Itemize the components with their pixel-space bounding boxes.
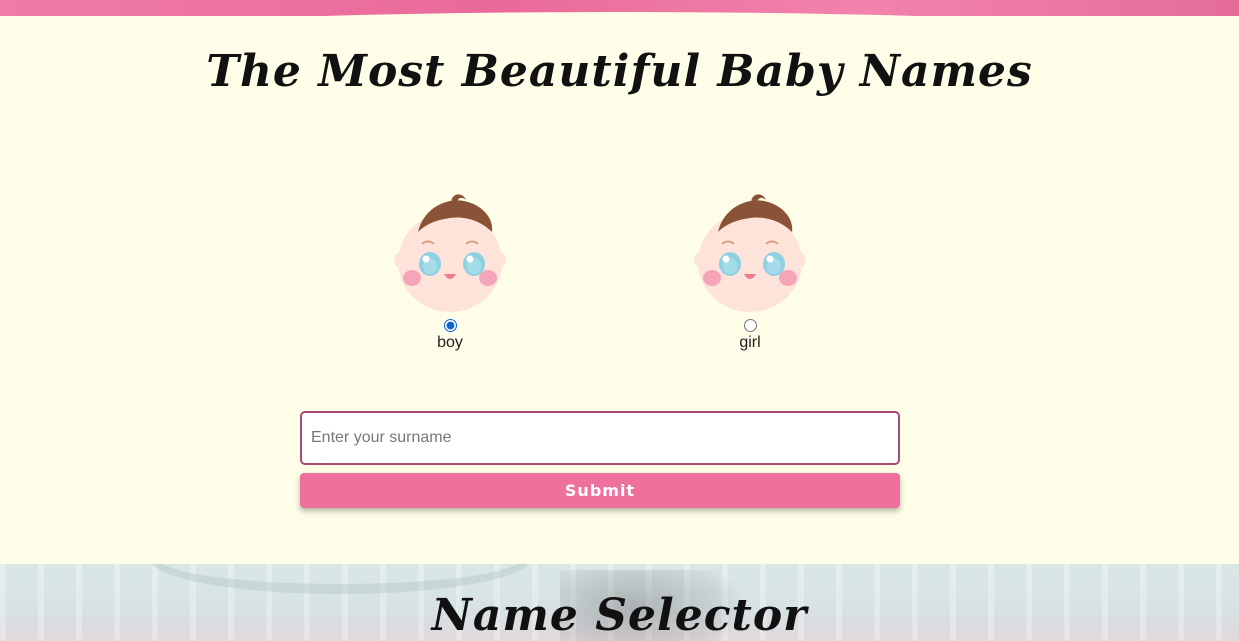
girl-label: girl bbox=[739, 334, 761, 351]
surname-input[interactable] bbox=[300, 411, 900, 465]
gender-option-boy[interactable]: boy bbox=[380, 192, 520, 352]
boy-radio[interactable] bbox=[443, 319, 457, 332]
boy-label: boy bbox=[437, 334, 463, 351]
baby-face-icon bbox=[694, 194, 806, 312]
name-selector-section: Name Selector bbox=[0, 564, 1239, 641]
section-title: Name Selector bbox=[431, 590, 808, 641]
girl-radio[interactable] bbox=[743, 319, 757, 332]
page-title: The Most Beautiful Baby Names bbox=[206, 46, 1033, 97]
baby-face-icon bbox=[394, 194, 506, 312]
gender-option-girl[interactable]: girl bbox=[680, 192, 820, 352]
top-banner bbox=[0, 0, 1239, 16]
submit-button[interactable]: Submit bbox=[300, 473, 900, 508]
